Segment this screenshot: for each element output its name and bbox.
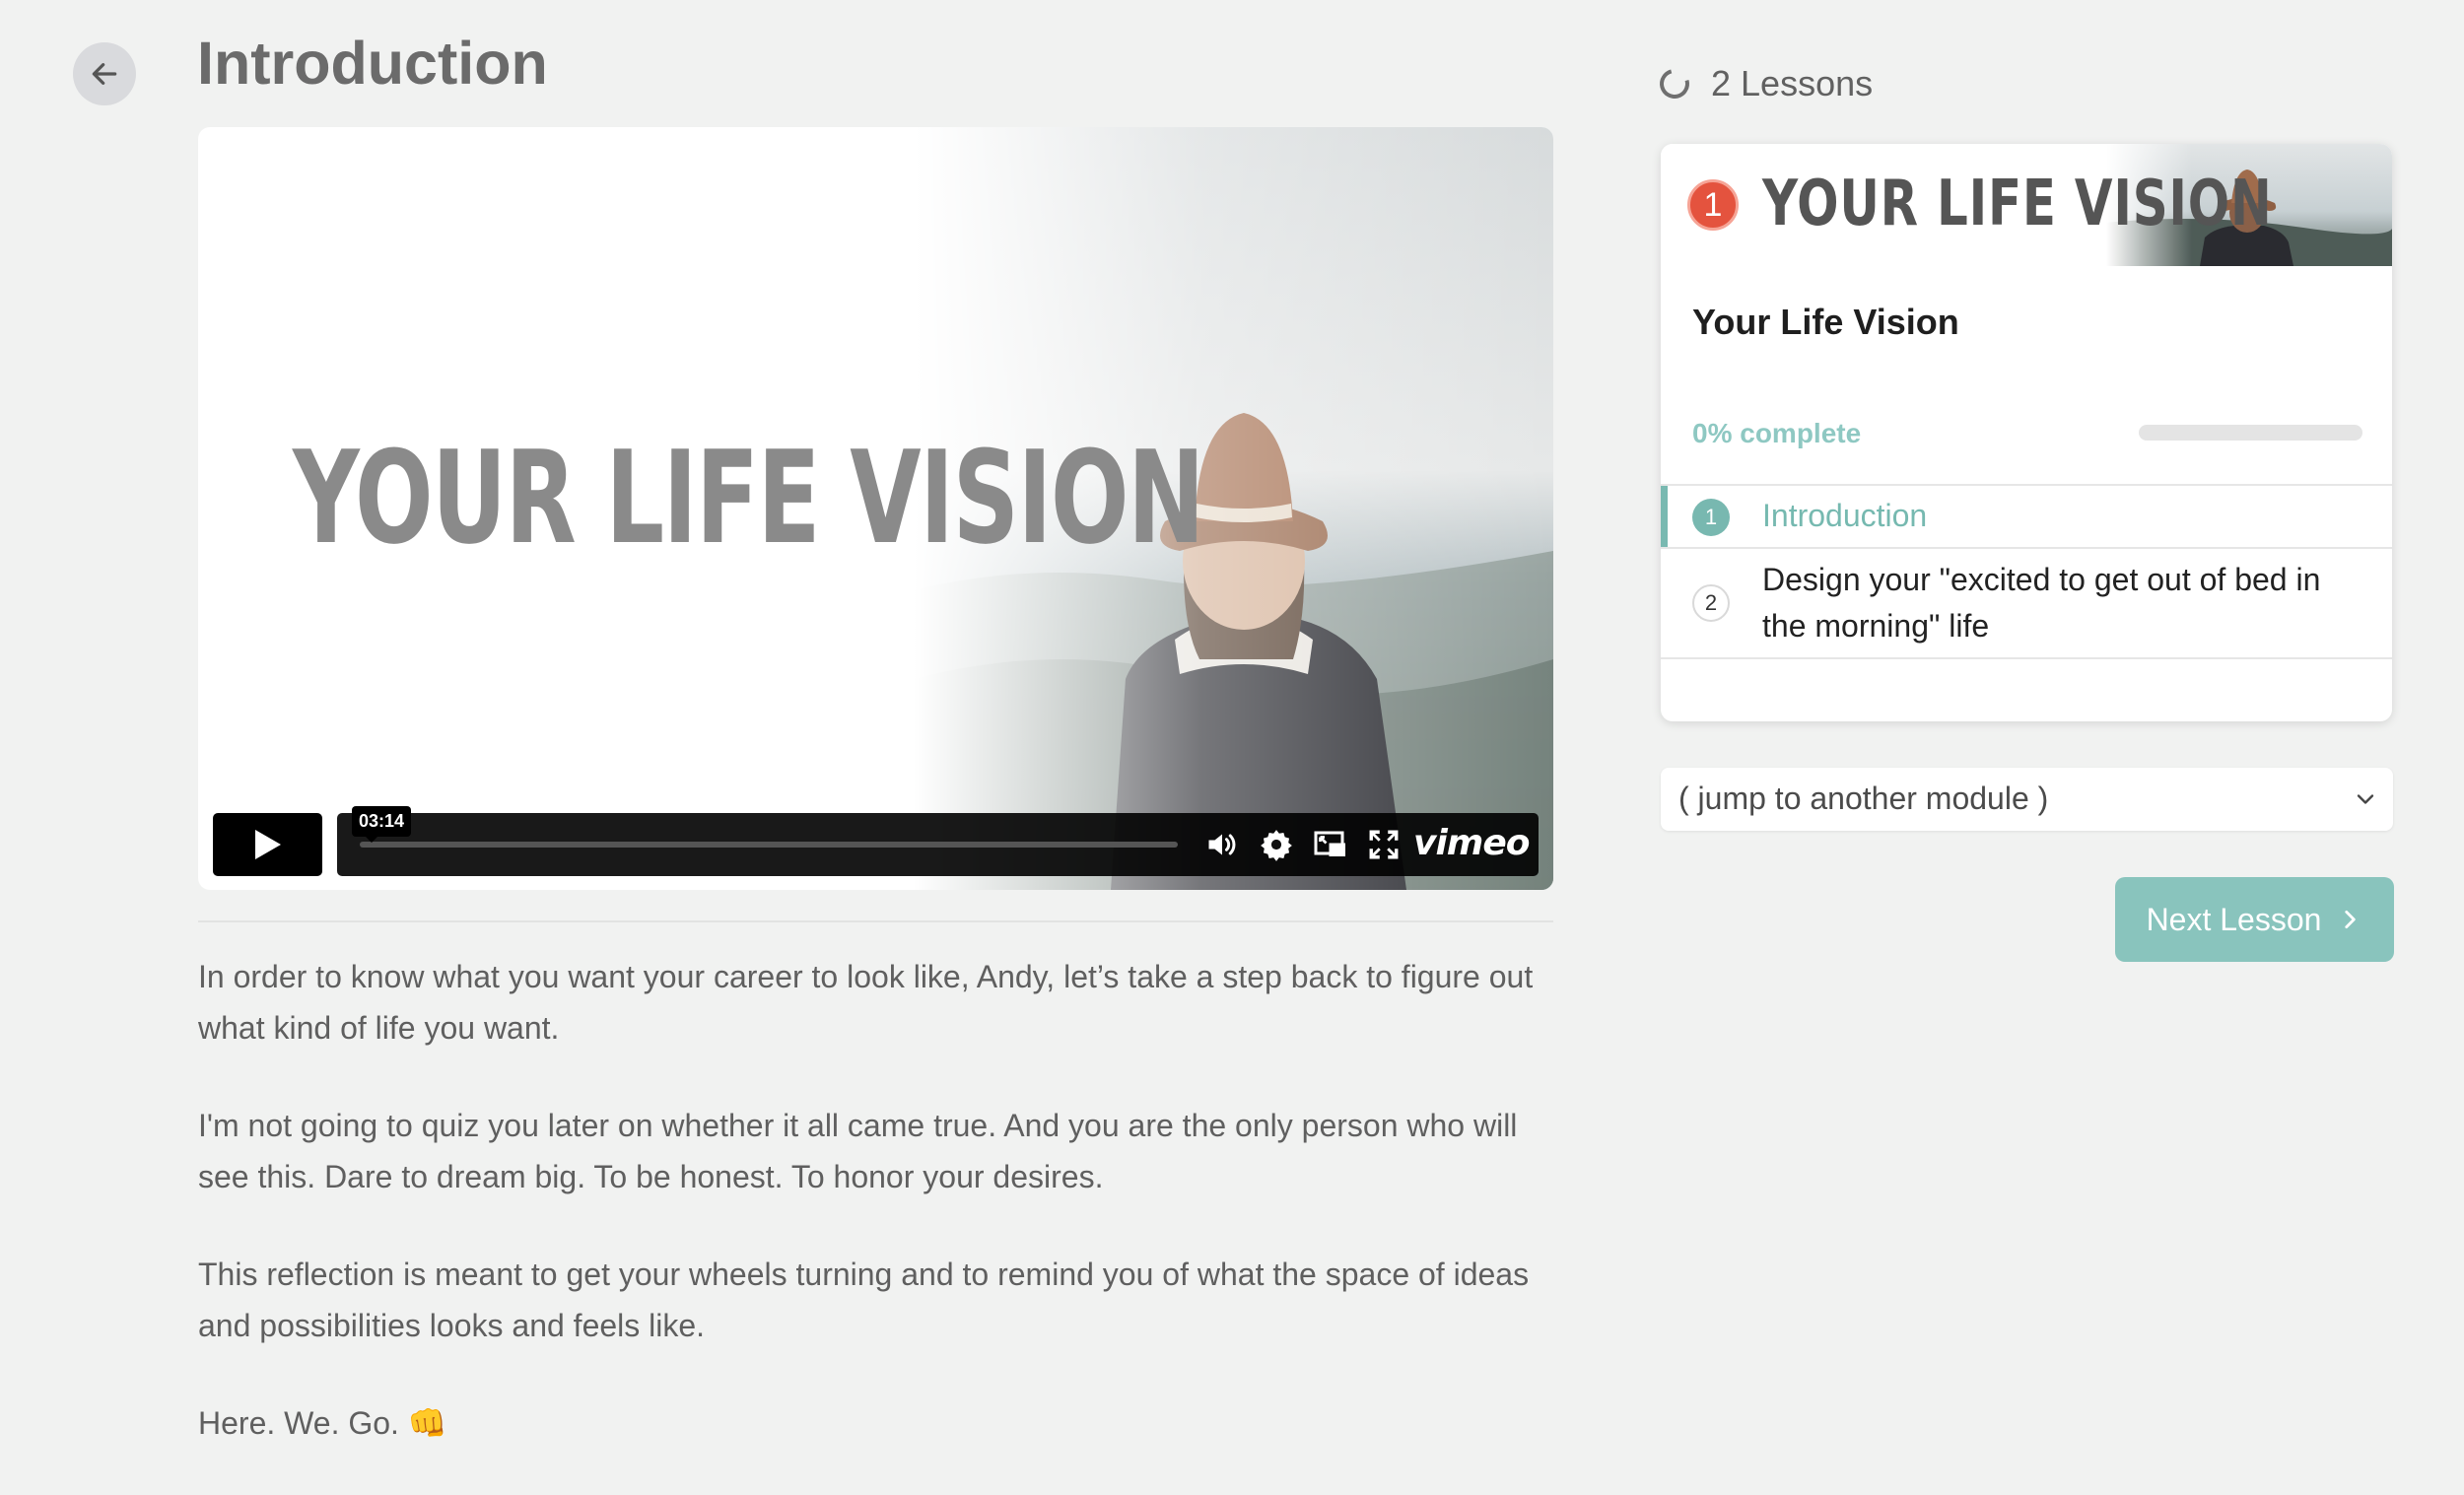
next-lesson-button[interactable]: Next Lesson — [2115, 877, 2394, 962]
module-banner-title: YOUR LIFE VISION — [1762, 168, 2273, 240]
volume-icon — [1208, 834, 1236, 855]
module-banner: 1 YOUR LIFE VISION — [1661, 144, 2392, 266]
settings-button[interactable] — [1259, 827, 1294, 862]
lesson-item-design-life[interactable]: 2 Design your "excited to get out of bed… — [1661, 547, 2392, 659]
chevron-right-icon — [2345, 911, 2357, 928]
lessons-count-label: 2 Lessons — [1711, 63, 1874, 103]
fullscreen-icon — [1369, 830, 1399, 859]
lesson-number-badge: 1 — [1692, 499, 1730, 536]
body-paragraph: Here. We. Go. 👊 — [198, 1405, 447, 1441]
lesson-item-introduction[interactable]: 1 Introduction — [1661, 484, 2392, 549]
play-button[interactable] — [213, 813, 322, 876]
lesson-label: Design your "excited to get out of bed i… — [1762, 562, 2321, 644]
body-paragraph: I'm not going to quiz you later on wheth… — [198, 1108, 1518, 1194]
page-title: Introduction — [197, 30, 548, 97]
play-icon — [254, 830, 281, 859]
body-paragraph: In order to know what you want your care… — [198, 959, 1534, 1046]
module-card: 1 YOUR LIFE VISION Your Life Vision 0% c… — [1661, 144, 2392, 721]
back-button[interactable] — [73, 42, 136, 105]
module-select[interactable]: ( jump to another module ) — [1661, 768, 2393, 831]
module-complete-label: 0% complete — [1692, 418, 1862, 448]
module-progress-bar — [2139, 425, 2362, 441]
lesson-label: Introduction — [1762, 498, 1928, 533]
arrow-left-icon — [92, 63, 117, 85]
picture-in-picture-icon — [1314, 831, 1345, 856]
fullscreen-button[interactable] — [1366, 827, 1402, 862]
progress-ring-icon — [1654, 63, 1695, 104]
video-controls-bar: 03:14 vimeo — [337, 806, 1539, 876]
vimeo-logo[interactable]: vimeo — [1413, 823, 1530, 863]
chevron-down-icon — [2357, 794, 2374, 804]
video-progress-bar[interactable]: 03:14 — [352, 806, 1178, 848]
content-divider — [198, 920, 1553, 922]
active-lesson-indicator — [1661, 486, 1668, 549]
video-player[interactable]: YOUR LIFE VISION 03:14 vimeo — [198, 127, 1553, 890]
module-number-badge: 1 — [1687, 179, 1739, 231]
body-paragraph: This reflection is meant to get your whe… — [198, 1257, 1530, 1343]
next-lesson-label: Next Lesson — [2146, 901, 2322, 937]
lesson-body: In order to know what you want your care… — [198, 951, 1568, 1495]
pip-button[interactable] — [1313, 827, 1348, 862]
module-title: Your Life Vision — [1692, 302, 1959, 342]
volume-button[interactable] — [1204, 827, 1240, 862]
video-overlay-title: YOUR LIFE VISION — [293, 423, 1204, 573]
lessons-count: 2 Lessons — [1654, 63, 1874, 104]
module-select-value: ( jump to another module ) — [1678, 781, 2049, 816]
video-time-display: 03:14 — [352, 806, 412, 843]
gear-icon — [1261, 830, 1292, 861]
lesson-number-badge: 2 — [1692, 584, 1730, 622]
